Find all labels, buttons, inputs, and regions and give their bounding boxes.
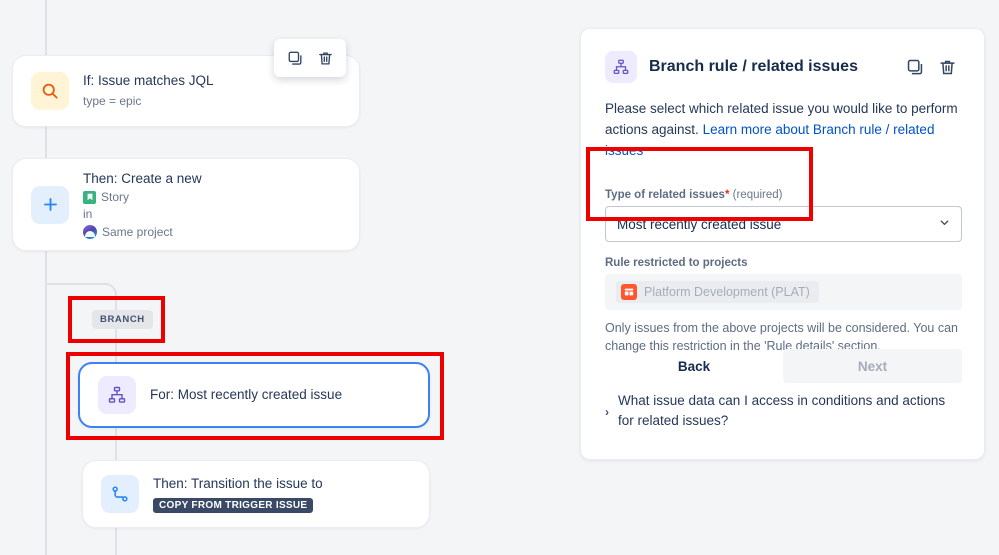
rule-card-branch[interactable]: For: Most recently created issue xyxy=(78,362,430,428)
project-row: Same project xyxy=(83,225,202,240)
automation-rule-builder: If: Issue matches JQL type = epic Then: … xyxy=(0,0,999,555)
project-chip: Platform Development (PLAT) xyxy=(616,281,819,303)
type-of-related-issues-label: Type of related issues* (required) xyxy=(605,189,962,201)
panel-description: Please select which related issue you wo… xyxy=(605,99,960,162)
type-of-related-issues-value: Most recently created issue xyxy=(617,216,782,232)
required-star: * xyxy=(724,189,730,201)
rule-card-trigger-body: If: Issue matches JQL type = epic xyxy=(83,72,214,109)
card-action-toolbar[interactable] xyxy=(274,39,346,77)
rule-card-trigger-title: If: Issue matches JQL xyxy=(83,73,214,89)
faq-question: What issue data can I access in conditio… xyxy=(618,393,946,429)
rule-restricted-projects-field: Rule restricted to projects Platform Dev… xyxy=(605,257,962,355)
required-note: (required) xyxy=(732,189,783,201)
branch-hierarchy-icon xyxy=(605,51,637,83)
type-of-related-issues-select[interactable]: Most recently created issue xyxy=(605,206,962,242)
plus-icon xyxy=(31,185,69,224)
panel-action-toolbar[interactable] xyxy=(902,54,960,80)
rule-restricted-projects-label: Rule restricted to projects xyxy=(605,257,748,269)
copy-icon[interactable] xyxy=(902,54,928,80)
branch-label-pill: BRANCH xyxy=(92,310,153,329)
rule-card-branch-body: For: Most recently created issue xyxy=(150,386,342,404)
connector-branch-elbow xyxy=(95,283,117,307)
trash-icon[interactable] xyxy=(312,45,338,71)
copy-icon[interactable] xyxy=(282,45,308,71)
rule-card-branch-title: For: Most recently created issue xyxy=(150,386,343,402)
branch-rule-config-panel: Branch rule / related issues Please sele… xyxy=(580,28,985,460)
next-button: Next xyxy=(783,349,962,383)
project-chip-label: Platform Development (PLAT) xyxy=(644,285,810,299)
story-type-icon xyxy=(83,190,96,204)
project-avatar-icon xyxy=(83,225,97,240)
panel-action-buttons: Back Next xyxy=(605,349,962,383)
rule-card-create-title: Then: Create a new xyxy=(83,171,202,186)
transition-icon xyxy=(101,475,139,513)
project-avatar-icon xyxy=(621,284,637,300)
chevron-right-icon: › xyxy=(605,405,609,419)
connector-word: in xyxy=(83,207,93,222)
jql-search-icon xyxy=(31,72,69,110)
panel-header: Branch rule / related issues xyxy=(605,51,960,83)
rule-card-transition-title: Then: Transition the issue to xyxy=(153,475,323,491)
rule-restricted-projects-value: Platform Development (PLAT) xyxy=(605,274,962,310)
back-button[interactable]: Back xyxy=(605,349,783,383)
issue-type-label: Story xyxy=(101,190,130,205)
trash-icon[interactable] xyxy=(934,54,960,80)
type-of-related-issues-field: Type of related issues* (required) Most … xyxy=(605,189,962,242)
rule-card-transition[interactable]: Then: Transition the issue to COPY FROM … xyxy=(82,460,430,528)
rule-card-trigger-subtitle: type = epic xyxy=(83,93,142,108)
rule-card-create-body: Then: Create a new Story in Same project xyxy=(83,170,202,240)
branch-hierarchy-icon xyxy=(98,376,136,414)
chevron-down-icon xyxy=(938,216,951,232)
rule-card-transition-body: Then: Transition the issue to COPY FROM … xyxy=(153,475,323,514)
faq-expander[interactable]: › What issue data can I access in condit… xyxy=(605,391,962,432)
type-label-text: Type of related issues xyxy=(605,189,725,201)
rule-card-create-issue[interactable]: Then: Create a new Story in Same project xyxy=(12,158,360,251)
project-label: Same project xyxy=(102,225,173,240)
panel-title: Branch rule / related issues xyxy=(649,58,858,75)
issue-type-row: Story xyxy=(83,190,202,204)
copy-from-trigger-chip: COPY FROM TRIGGER ISSUE xyxy=(153,498,314,514)
